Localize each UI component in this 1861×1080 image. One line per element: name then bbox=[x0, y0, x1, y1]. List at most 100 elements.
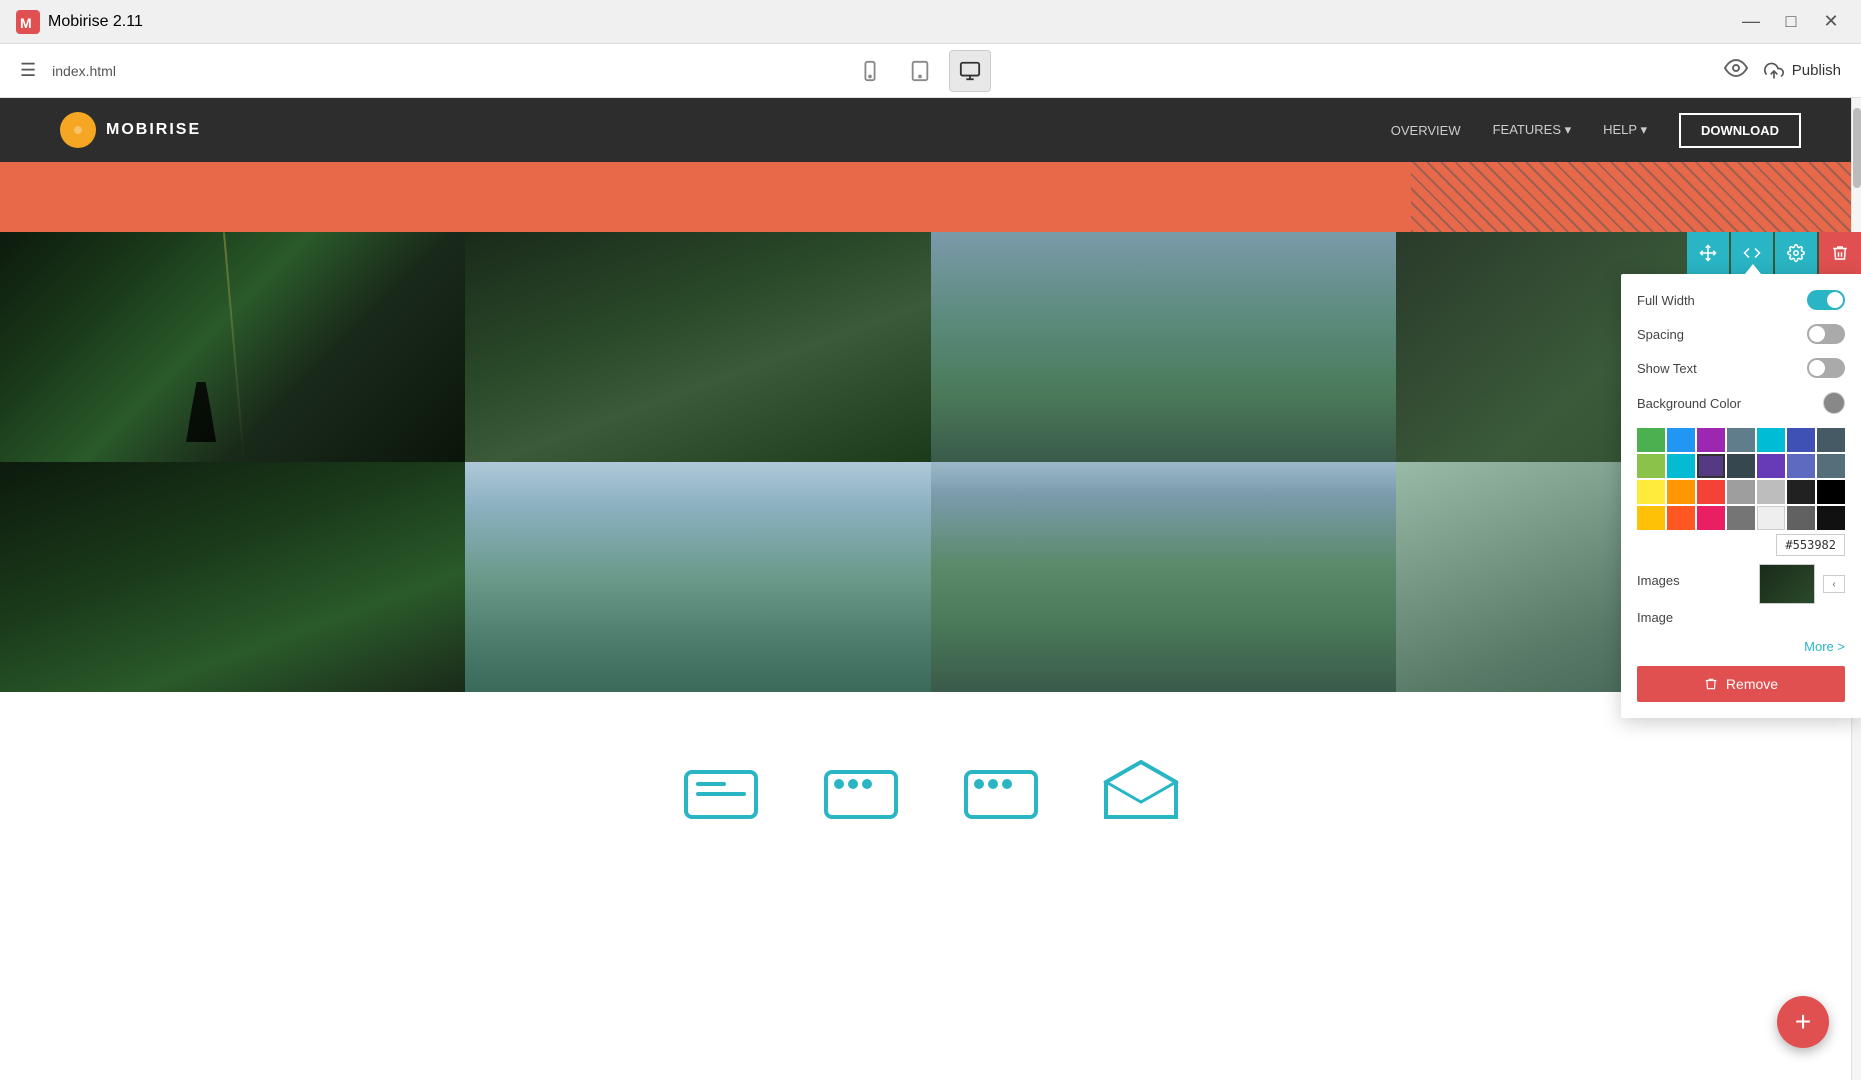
palette-color-5[interactable] bbox=[1757, 428, 1785, 452]
bg-color-label: Background Color bbox=[1637, 396, 1741, 411]
gallery-settings-button[interactable] bbox=[1775, 232, 1817, 274]
palette-color-15[interactable] bbox=[1637, 480, 1665, 504]
site-logo bbox=[60, 112, 96, 148]
palette-color-25[interactable] bbox=[1727, 506, 1755, 530]
palette-color-16[interactable] bbox=[1667, 480, 1695, 504]
file-name: index.html bbox=[52, 63, 116, 79]
site-nav-links: OVERVIEW FEATURES ▾ HELP ▾ DOWNLOAD bbox=[1391, 113, 1801, 148]
gallery-img-1 bbox=[0, 232, 465, 462]
bottom-icon-4 bbox=[1101, 757, 1181, 827]
site-nav: MOBIRISE OVERVIEW FEATURES ▾ HELP ▾ DOWN… bbox=[0, 98, 1861, 162]
palette-color-10[interactable] bbox=[1697, 454, 1725, 478]
scrollbar-thumb[interactable] bbox=[1853, 108, 1861, 188]
palette-color-12[interactable] bbox=[1757, 454, 1785, 478]
menu-button[interactable]: ☰ bbox=[20, 60, 36, 81]
title-bar-left: M Mobirise 2.11 bbox=[16, 10, 143, 34]
full-width-toggle[interactable] bbox=[1807, 290, 1845, 310]
nav-overview[interactable]: OVERVIEW bbox=[1391, 123, 1461, 138]
preview-button[interactable] bbox=[1724, 56, 1748, 86]
title-bar: M Mobirise 2.11 — □ ✕ bbox=[0, 0, 1861, 44]
panel-arrow bbox=[1745, 264, 1761, 274]
palette-color-6[interactable] bbox=[1787, 428, 1815, 452]
palette-color-27[interactable] bbox=[1787, 506, 1815, 530]
palette-color-7[interactable] bbox=[1817, 428, 1845, 452]
palette-color-28[interactable] bbox=[1817, 506, 1845, 530]
nav-features[interactable]: FEATURES ▾ bbox=[1493, 122, 1572, 138]
palette-color-14[interactable] bbox=[1817, 454, 1845, 478]
gallery-img-2 bbox=[465, 232, 930, 462]
prev-image-button[interactable]: ‹ bbox=[1823, 575, 1845, 593]
preview-area: MOBIRISE OVERVIEW FEATURES ▾ HELP ▾ DOWN… bbox=[0, 98, 1861, 892]
publish-label: Publish bbox=[1792, 62, 1841, 79]
palette-color-18[interactable] bbox=[1727, 480, 1755, 504]
tablet-view-button[interactable] bbox=[899, 50, 941, 92]
desktop-view-button[interactable] bbox=[949, 50, 991, 92]
image-label-row: Image bbox=[1637, 610, 1845, 625]
image-label: Image bbox=[1637, 610, 1673, 625]
gallery-arrows-button[interactable] bbox=[1687, 232, 1729, 274]
gallery-img-6 bbox=[465, 462, 930, 692]
gallery-toolbar bbox=[1687, 232, 1861, 274]
palette-color-24[interactable] bbox=[1697, 506, 1725, 530]
site-bottom-section bbox=[0, 692, 1861, 892]
palette-color-23[interactable] bbox=[1667, 506, 1695, 530]
app-title: Mobirise 2.11 bbox=[48, 13, 143, 31]
spacing-toggle[interactable] bbox=[1807, 324, 1845, 344]
more-link[interactable]: More > bbox=[1637, 639, 1845, 654]
palette-color-19[interactable] bbox=[1757, 480, 1785, 504]
bottom-icon-3 bbox=[961, 762, 1041, 822]
palette-color-26[interactable] bbox=[1757, 506, 1785, 530]
show-text-toggle[interactable] bbox=[1807, 358, 1845, 378]
images-label: Images bbox=[1637, 573, 1680, 588]
palette-color-4[interactable] bbox=[1727, 428, 1755, 452]
icon-4 bbox=[1101, 757, 1181, 827]
icon-1 bbox=[681, 762, 761, 822]
palette-color-1[interactable] bbox=[1637, 428, 1665, 452]
remove-button[interactable]: Remove bbox=[1637, 666, 1845, 702]
palette-color-17[interactable] bbox=[1697, 480, 1725, 504]
fab-icon: + bbox=[1795, 1006, 1811, 1038]
spacing-label: Spacing bbox=[1637, 327, 1684, 342]
bg-color-swatch[interactable] bbox=[1823, 392, 1845, 414]
palette-color-11[interactable] bbox=[1727, 454, 1755, 478]
gallery-container: Full Width Spacing Show Text bbox=[0, 232, 1861, 692]
mobile-view-button[interactable] bbox=[849, 50, 891, 92]
publish-button[interactable]: Publish bbox=[1764, 61, 1841, 81]
add-section-button[interactable]: + bbox=[1777, 996, 1829, 1048]
gallery-cell-6 bbox=[465, 462, 930, 692]
gallery-cell-7 bbox=[931, 462, 1396, 692]
nav-download-button[interactable]: DOWNLOAD bbox=[1679, 113, 1801, 148]
palette-color-13[interactable] bbox=[1787, 454, 1815, 478]
spacing-row: Spacing bbox=[1637, 324, 1845, 344]
bottom-icon-1 bbox=[681, 762, 761, 822]
icon-3 bbox=[961, 762, 1041, 822]
palette-color-2[interactable] bbox=[1667, 428, 1695, 452]
full-width-label: Full Width bbox=[1637, 293, 1695, 308]
app-logo-icon: M bbox=[16, 10, 40, 34]
nav-help[interactable]: HELP ▾ bbox=[1603, 122, 1647, 138]
full-width-row: Full Width bbox=[1637, 290, 1845, 310]
close-button[interactable]: ✕ bbox=[1817, 8, 1845, 36]
show-text-knob bbox=[1809, 360, 1825, 376]
gallery-delete-button[interactable] bbox=[1819, 232, 1861, 274]
color-palette: #553982 bbox=[1637, 428, 1845, 556]
settings-panel: Full Width Spacing Show Text bbox=[1621, 274, 1861, 718]
palette-color-3[interactable] bbox=[1697, 428, 1725, 452]
gallery-grid bbox=[0, 232, 1861, 692]
toolbar: ☰ index.html bbox=[0, 44, 1861, 98]
full-width-knob bbox=[1827, 292, 1843, 308]
maximize-button[interactable]: □ bbox=[1777, 8, 1805, 36]
palette-color-20[interactable] bbox=[1787, 480, 1815, 504]
gallery-cell-5 bbox=[0, 462, 465, 692]
toolbar-left: ☰ index.html bbox=[20, 60, 116, 81]
image-thumbnail[interactable] bbox=[1759, 564, 1815, 604]
site-hero bbox=[0, 162, 1861, 232]
gallery-img-5 bbox=[0, 462, 465, 692]
palette-color-9[interactable] bbox=[1667, 454, 1695, 478]
palette-color-21[interactable] bbox=[1817, 480, 1845, 504]
images-section: Images ‹ Image More > bbox=[1637, 564, 1845, 654]
minimize-button[interactable]: — bbox=[1737, 8, 1765, 36]
palette-color-22[interactable] bbox=[1637, 506, 1665, 530]
palette-color-8[interactable] bbox=[1637, 454, 1665, 478]
show-text-label: Show Text bbox=[1637, 361, 1697, 376]
